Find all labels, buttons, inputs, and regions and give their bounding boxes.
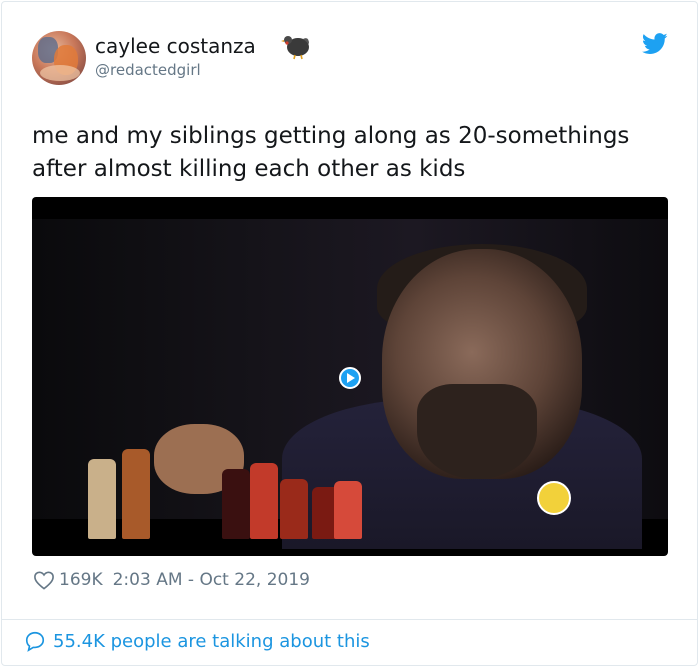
tweet-date[interactable]: Oct 22, 2019: [199, 570, 310, 590]
talking-count-text[interactable]: 55.4K people are talking about this: [53, 631, 370, 652]
user-handle[interactable]: @redactedgirl: [95, 61, 201, 79]
turkey-icon: [281, 36, 309, 60]
display-name[interactable]: caylee costanza: [95, 34, 256, 58]
speech-bubble-icon: [25, 631, 45, 652]
conversation-link[interactable]: 55.4K people are talking about this: [24, 630, 370, 652]
like-count[interactable]: 169K: [59, 570, 103, 590]
twitter-bird-icon[interactable]: [642, 33, 668, 55]
avatar[interactable]: [32, 31, 86, 85]
channel-logo: [537, 481, 571, 515]
heart-icon[interactable]: [33, 570, 55, 590]
play-button[interactable]: [339, 367, 361, 389]
tweet-text: me and my siblings getting along as 20-s…: [32, 123, 630, 182]
tweet-time[interactable]: 2:03 AM: [113, 570, 183, 590]
divider: [1, 619, 698, 620]
tweet-meta: 169K 2:03 AM - Oct 22, 2019: [33, 568, 310, 592]
